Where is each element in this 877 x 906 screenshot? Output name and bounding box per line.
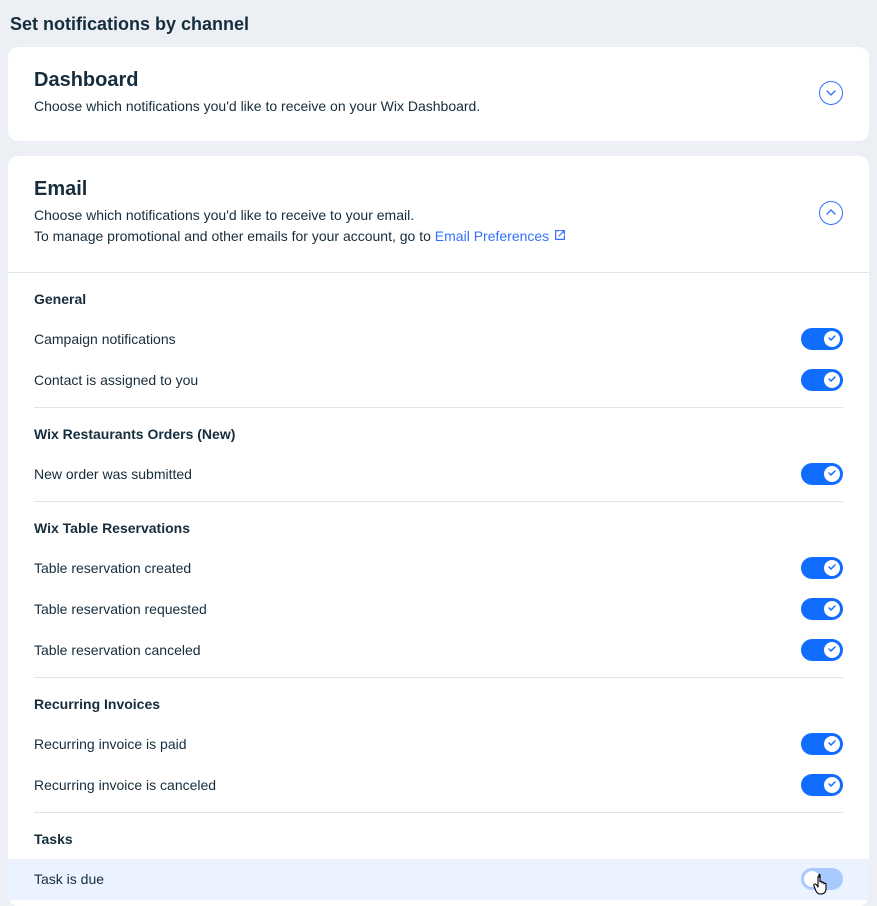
check-icon: [827, 735, 837, 753]
email-card-title: Email: [34, 178, 819, 201]
chevron-down-icon: [826, 86, 836, 101]
list-item: Contact is assigned to you: [34, 360, 843, 401]
toggle-invoice-canceled[interactable]: [801, 774, 843, 796]
list-item: Task is due: [8, 859, 869, 900]
dashboard-card: Dashboard Choose which notifications you…: [8, 47, 869, 141]
item-label: New order was submitted: [34, 466, 192, 482]
email-card-desc-line1: Choose which notifications you'd like to…: [34, 205, 819, 226]
list-item: Recurring invoice is paid: [34, 724, 843, 765]
dashboard-card-header: Dashboard Choose which notifications you…: [8, 47, 869, 141]
email-preferences-link[interactable]: Email Preferences: [435, 228, 549, 244]
check-icon: [827, 600, 837, 618]
item-label: Task is due: [34, 871, 104, 887]
email-card-desc-prefix: To manage promotional and other emails f…: [34, 228, 435, 244]
group-title: Wix Restaurants Orders (New): [34, 426, 843, 442]
item-label: Table reservation canceled: [34, 642, 201, 658]
group-recurring-invoices: Recurring Invoices Recurring invoice is …: [34, 678, 843, 813]
email-collapse-button[interactable]: [819, 201, 843, 225]
external-link-icon: [553, 227, 567, 248]
toggle-task-due[interactable]: [801, 868, 843, 890]
list-item: Table reservation created: [34, 548, 843, 589]
dashboard-card-title: Dashboard: [34, 69, 819, 92]
check-icon: [827, 641, 837, 659]
toggle-reservation-requested[interactable]: [801, 598, 843, 620]
list-item: Table reservation requested: [34, 589, 843, 630]
email-card-body: General Campaign notifications Contact i…: [8, 272, 869, 906]
group-title: General: [34, 291, 843, 307]
check-icon: [827, 559, 837, 577]
toggle-invoice-paid[interactable]: [801, 733, 843, 755]
group-table-reservations: Wix Table Reservations Table reservation…: [34, 502, 843, 678]
email-card-header: Email Choose which notifications you'd l…: [8, 156, 869, 272]
email-card-desc-line2: To manage promotional and other emails f…: [34, 226, 819, 248]
item-label: Table reservation requested: [34, 601, 207, 617]
email-card: Email Choose which notifications you'd l…: [8, 156, 869, 906]
item-label: Recurring invoice is canceled: [34, 777, 216, 793]
group-title: Tasks: [34, 831, 843, 847]
toggle-reservation-canceled[interactable]: [801, 639, 843, 661]
group-title: Wix Table Reservations: [34, 520, 843, 536]
check-icon: [827, 776, 837, 794]
page-title: Set notifications by channel: [8, 0, 869, 47]
group-tasks: Tasks Task is due: [34, 813, 843, 906]
dashboard-expand-button[interactable]: [819, 81, 843, 105]
group-general: General Campaign notifications Contact i…: [34, 273, 843, 408]
toggle-contact-assigned[interactable]: [801, 369, 843, 391]
toggle-campaign-notifications[interactable]: [801, 328, 843, 350]
toggle-new-order[interactable]: [801, 463, 843, 485]
toggle-reservation-created[interactable]: [801, 557, 843, 579]
item-label: Campaign notifications: [34, 331, 176, 347]
dashboard-card-desc: Choose which notifications you'd like to…: [34, 96, 819, 117]
list-item: Campaign notifications: [34, 319, 843, 360]
item-label: Table reservation created: [34, 560, 191, 576]
group-restaurants-orders: Wix Restaurants Orders (New) New order w…: [34, 408, 843, 502]
chevron-up-icon: [826, 205, 836, 220]
item-label: Contact is assigned to you: [34, 372, 198, 388]
list-item: New order was submitted: [34, 454, 843, 495]
item-label: Recurring invoice is paid: [34, 736, 187, 752]
check-icon: [827, 330, 837, 348]
group-title: Recurring Invoices: [34, 696, 843, 712]
list-item: Table reservation canceled: [34, 630, 843, 671]
check-icon: [827, 371, 837, 389]
list-item: Recurring invoice is canceled: [34, 765, 843, 806]
check-icon: [827, 465, 837, 483]
